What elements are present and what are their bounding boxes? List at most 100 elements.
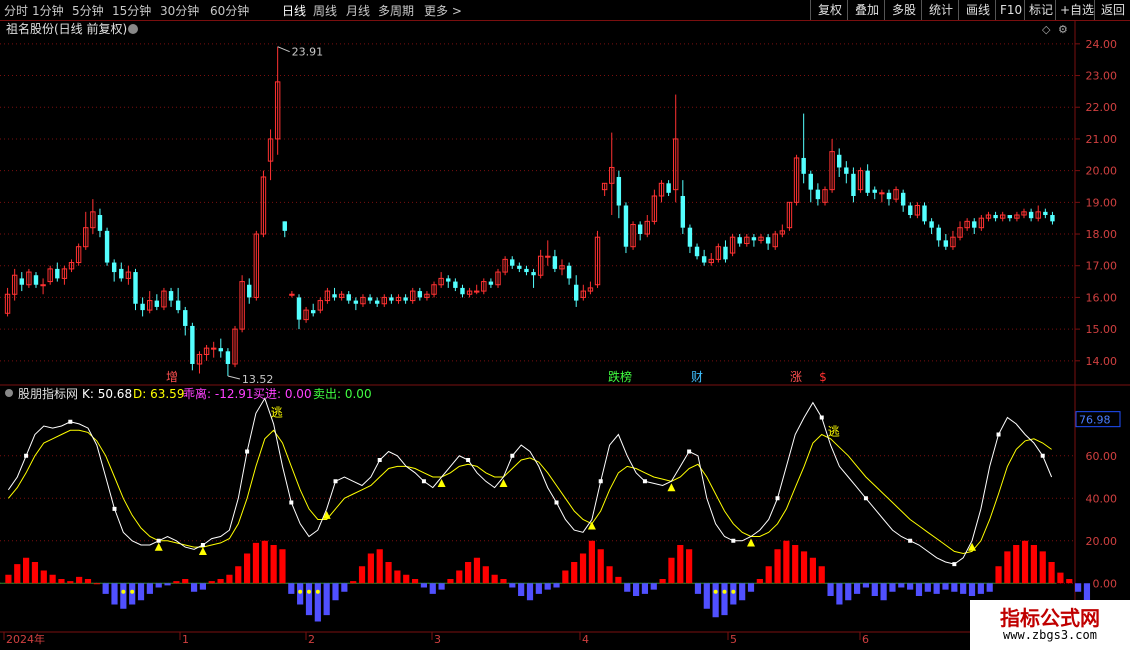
histogram-bar [146,583,153,594]
histogram-bar [721,583,728,616]
histogram-bar [518,583,525,596]
histogram-bar [270,545,277,584]
tf-1min[interactable]: 1分钟 [32,2,64,19]
candle-body [524,268,529,273]
histogram-bar [31,562,39,584]
price-tick-label: 18.00 [1086,228,1118,241]
tf-monthly[interactable]: 月线 [346,2,370,19]
histogram-bar [1021,540,1029,584]
signal-dot [731,589,736,594]
d-line [8,429,1052,555]
histogram-bar [836,583,843,605]
stock-chart[interactable]: 14.0015.0016.0017.0018.0019.0020.0021.00… [0,0,1130,650]
histogram-bar [5,574,12,584]
histogram-bar [208,581,215,584]
candle-body [183,310,188,326]
candle-body [133,272,138,304]
tf-multi[interactable]: 多周期 [378,2,414,19]
x-tick-label: 5 [730,633,737,646]
price-tick-label: 23.00 [1086,70,1118,83]
candle-body [19,278,24,285]
histogram-bar [730,583,737,605]
histogram-bar [420,583,428,588]
high-price-label: 23.91 [292,46,324,59]
histogram-bar [1039,551,1046,584]
watermark-title: 指标公式网 [1000,606,1100,630]
tf-daily[interactable]: 日线 [282,2,306,19]
stats-button[interactable]: 统计 [921,0,960,20]
histogram-bar [394,570,401,584]
multi-stock-button[interactable]: 多股 [884,0,923,20]
tf-weekly[interactable]: 周线 [313,2,337,19]
x-tick-label: 3 [434,633,441,646]
f10-button[interactable]: F10 [995,0,1026,20]
histogram-bar [137,583,145,601]
signal-dot [713,589,718,594]
candle-body [374,300,380,304]
divergence-label: 乖离: -12.91 [183,386,254,401]
candle-body [900,192,906,206]
candle-body [936,227,941,241]
candle-body [552,256,558,269]
buy-triangle [198,547,207,555]
histogram-bar [226,574,233,584]
adjust-button[interactable]: 复权 [810,0,849,20]
histogram-bar [120,583,127,609]
candle-body [473,290,480,293]
tf-15min[interactable]: 15分钟 [112,2,151,19]
histogram-bar [818,566,825,584]
overlay-button[interactable]: 叠加 [847,0,886,20]
histogram-bar [411,579,419,584]
candle-body [666,183,671,193]
k-marker [510,453,515,458]
tf-intraday[interactable]: 分时 [4,2,28,19]
histogram-bar [465,562,472,584]
tf-60min[interactable]: 60分钟 [210,2,249,19]
candle-body [765,237,771,244]
candle-body [225,351,231,364]
histogram-bar [544,583,551,590]
histogram-bar [553,583,560,588]
histogram-bar [924,583,931,592]
histogram-bar [1030,545,1037,584]
candle-body [282,221,287,231]
add-watchlist-button[interactable]: +自选 [1055,0,1096,20]
candle-body [488,281,494,285]
histogram-bar [977,583,984,594]
histogram-bar [871,583,878,596]
candle-body [886,192,892,200]
draw-button[interactable]: 画线 [958,0,997,20]
price-tick-label: 14.00 [1086,355,1118,368]
signal-dot [130,589,135,594]
histogram-bar [14,564,21,584]
candle-body [1028,211,1034,219]
histogram-bar [960,583,967,594]
mark-button[interactable]: 标记 [1024,0,1057,20]
histogram-bar [129,583,136,605]
k-marker [112,506,117,511]
candle-body [55,268,60,279]
tf-5min[interactable]: 5分钟 [72,2,104,19]
histogram-bar [862,583,870,588]
tf-30min[interactable]: 30分钟 [160,2,199,19]
back-button[interactable]: 返回 [1094,0,1130,20]
candle-body [517,265,522,269]
histogram-bar [102,583,109,594]
histogram-bar [703,583,710,609]
candle-body [531,272,536,276]
d-value-label: D: 63.59 [133,387,184,401]
k-marker [908,538,913,543]
histogram-bar [358,566,366,584]
x-tick-label: 4 [582,633,589,646]
tf-more[interactable]: 更多 > [424,2,462,19]
toolbar: 分时 1分钟 5分钟 15分钟 30分钟 60分钟 日线 周线 月线 多周期 更… [0,0,1130,21]
histogram-bar [332,583,339,601]
candle-body [218,348,224,352]
candle-body [346,294,351,301]
k-value-label: K: 50.68 [82,387,132,401]
price-tick-label: 22.00 [1086,101,1118,114]
histogram-bar [615,576,622,584]
buy-triangle [667,483,676,492]
candle-body [104,230,110,263]
k-marker [554,500,559,505]
